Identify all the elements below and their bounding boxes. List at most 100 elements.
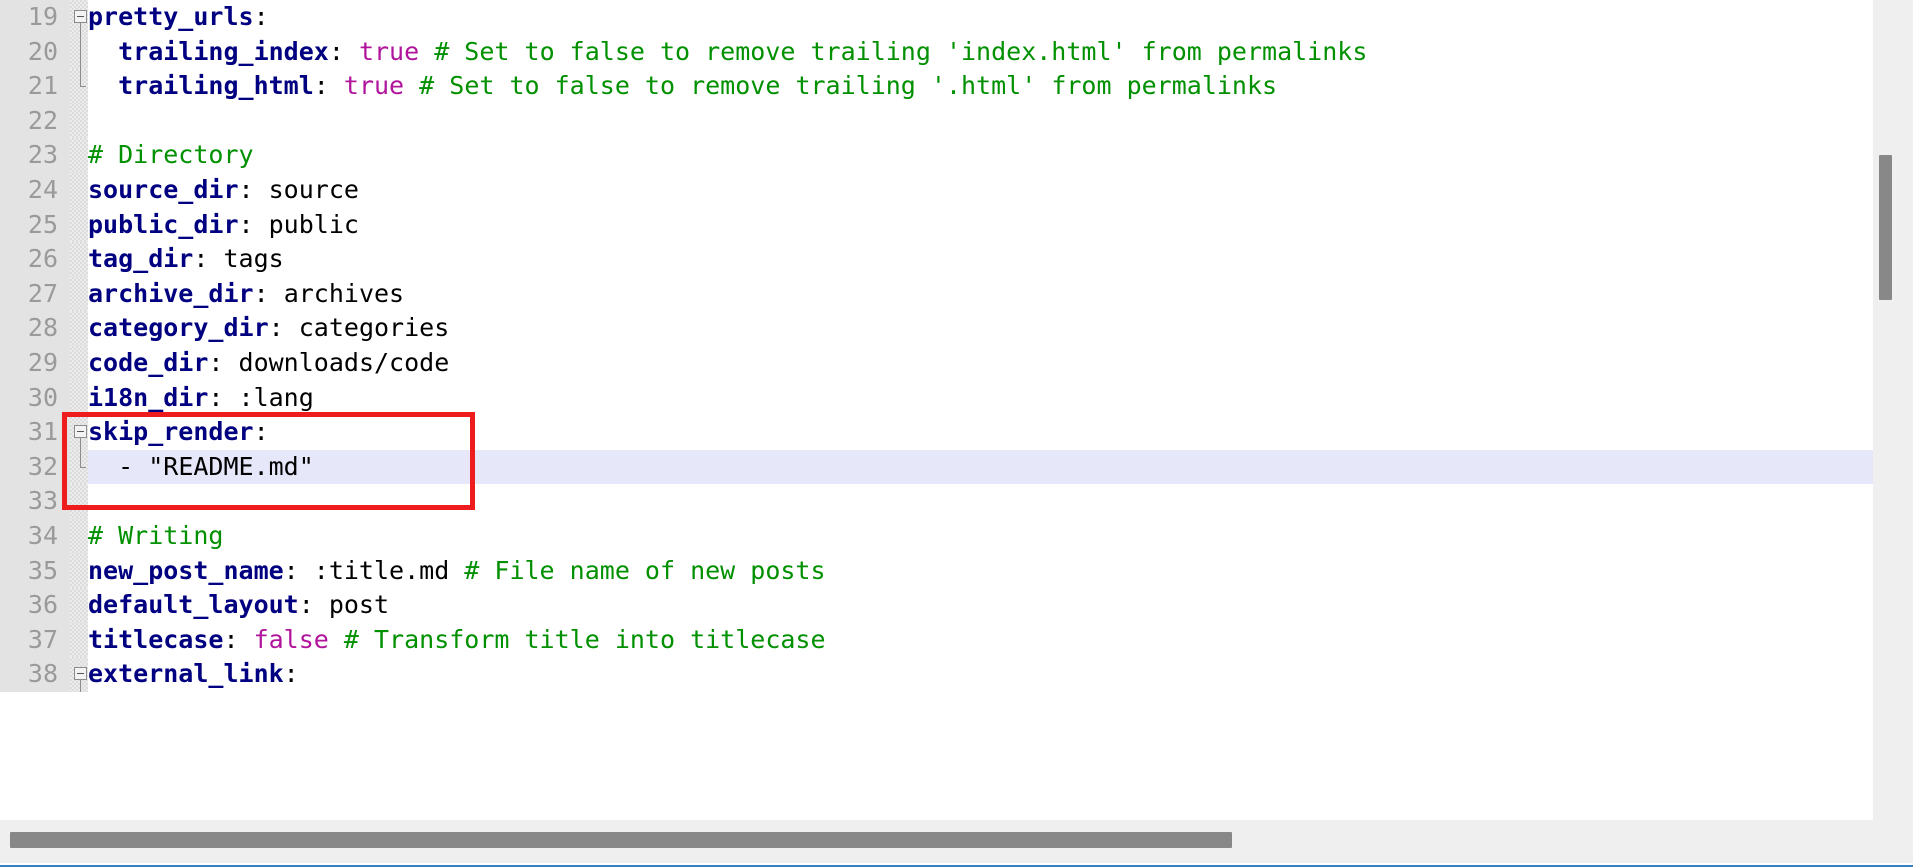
vertical-scrollbar[interactable] bbox=[1873, 0, 1913, 822]
token-key: pretty_urls bbox=[88, 2, 254, 31]
fold-column[interactable] bbox=[70, 518, 88, 554]
token-comment: # File name of new posts bbox=[449, 555, 826, 585]
code-text[interactable]: tag_dir: tags bbox=[88, 242, 284, 277]
token-val: categories bbox=[298, 313, 450, 343]
line-number: 33 bbox=[0, 484, 64, 519]
code-line[interactable]: 32 - "README.md" bbox=[0, 449, 1873, 485]
code-viewport[interactable]: 19 pretty_urls: 20 trailing_index: true # … bbox=[0, 0, 1873, 822]
code-text[interactable]: archive_dir: archives bbox=[88, 277, 404, 312]
horizontal-scrollbar-thumb[interactable] bbox=[10, 832, 1232, 848]
fold-column[interactable] bbox=[70, 553, 88, 589]
fold-column[interactable] bbox=[70, 172, 88, 208]
horizontal-scrollbar[interactable] bbox=[0, 820, 1913, 863]
fold-column[interactable] bbox=[70, 69, 88, 104]
line-number: 22 bbox=[0, 103, 64, 139]
token-punct: : bbox=[193, 244, 224, 274]
token-key: new_post_name bbox=[88, 555, 284, 585]
code-text[interactable]: skip_render: bbox=[88, 415, 269, 450]
code-text[interactable]: public_dir: public bbox=[88, 208, 359, 243]
code-line[interactable]: 35 new_post_name: :title.md # File name o… bbox=[0, 553, 1873, 589]
fold-column[interactable] bbox=[70, 138, 88, 173]
code-line[interactable]: 27 archive_dir: archives bbox=[0, 276, 1873, 312]
code-text[interactable]: category_dir: categories bbox=[88, 311, 449, 346]
fold-guide-line bbox=[80, 438, 81, 451]
code-line[interactable]: 23 # Directory bbox=[0, 138, 1873, 173]
code-line[interactable]: 26 tag_dir: tags bbox=[0, 242, 1873, 277]
line-number: 29 bbox=[0, 345, 64, 381]
token-val: :title.md bbox=[313, 555, 450, 585]
code-line[interactable]: 29 code_dir: downloads/code bbox=[0, 345, 1873, 381]
code-text[interactable]: titlecase: false # Transform title into … bbox=[88, 623, 826, 658]
fold-guide-line bbox=[80, 680, 81, 693]
code-editor[interactable]: 19 pretty_urls: 20 trailing_index: true # … bbox=[0, 0, 1913, 867]
code-text[interactable]: i18n_dir: :lang bbox=[88, 381, 314, 416]
code-line[interactable]: 36 default_layout: post bbox=[0, 588, 1873, 623]
code-text[interactable]: default_layout: post bbox=[88, 588, 389, 623]
token-punct: : bbox=[223, 624, 254, 654]
code-line[interactable]: 25 public_dir: public bbox=[0, 207, 1873, 243]
code-line[interactable]: 24 source_dir: source bbox=[0, 172, 1873, 208]
fold-column[interactable] bbox=[70, 588, 88, 623]
fold-column[interactable] bbox=[70, 484, 88, 519]
token-punct: : bbox=[253, 2, 269, 31]
code-text[interactable]: external_link: bbox=[88, 657, 299, 692]
code-line[interactable]: 38 external_link: bbox=[0, 657, 1873, 693]
code-text[interactable]: pretty_urls: bbox=[88, 0, 269, 35]
fold-column[interactable] bbox=[70, 242, 88, 277]
code-line[interactable]: 33 bbox=[0, 484, 1873, 519]
code-line[interactable]: 19 pretty_urls: bbox=[0, 0, 1873, 35]
token-punct: : bbox=[283, 555, 314, 585]
token-key: external_link bbox=[88, 659, 284, 689]
token-punct: : bbox=[238, 174, 269, 204]
line-number: 31 bbox=[0, 415, 64, 450]
fold-column[interactable] bbox=[70, 657, 88, 693]
line-number: 23 bbox=[0, 138, 64, 173]
code-text[interactable]: # Writing bbox=[88, 519, 223, 554]
token-val bbox=[88, 37, 118, 66]
token-punct: : bbox=[328, 36, 359, 66]
code-text[interactable]: code_dir: downloads/code bbox=[88, 346, 449, 381]
token-val: archives bbox=[283, 278, 405, 308]
code-line[interactable]: 20 trailing_index: true # Set to false t… bbox=[0, 34, 1873, 70]
token-punct: : bbox=[208, 347, 239, 377]
token-val: public bbox=[268, 209, 359, 239]
code-line[interactable]: 28 category_dir: categories bbox=[0, 311, 1873, 346]
fold-column[interactable] bbox=[70, 380, 88, 416]
code-text[interactable]: - "README.md" bbox=[88, 450, 314, 485]
fold-column[interactable] bbox=[70, 276, 88, 312]
fold-column[interactable] bbox=[70, 415, 88, 451]
code-line[interactable]: 34 # Writing bbox=[0, 518, 1873, 554]
vertical-scrollbar-thumb[interactable] bbox=[1879, 155, 1892, 300]
line-number: 30 bbox=[0, 380, 64, 416]
fold-column[interactable] bbox=[70, 345, 88, 381]
fold-collapse-icon[interactable] bbox=[74, 10, 87, 23]
token-comment: # Set to false to remove trailing '.html… bbox=[404, 71, 1278, 101]
code-line[interactable]: 21 trailing_html: true # Set to false to… bbox=[0, 69, 1873, 104]
code-line[interactable]: 30 i18n_dir: :lang bbox=[0, 380, 1873, 416]
token-key: archive_dir bbox=[88, 278, 254, 308]
fold-column[interactable] bbox=[70, 449, 88, 485]
code-line[interactable]: 31 skip_render: bbox=[0, 415, 1873, 451]
token-punct: : bbox=[253, 278, 284, 308]
fold-column[interactable] bbox=[70, 622, 88, 658]
token-punct: : bbox=[253, 417, 269, 447]
code-line[interactable]: 22 bbox=[0, 103, 1873, 139]
fold-column[interactable] bbox=[70, 207, 88, 243]
token-key: source_dir bbox=[88, 174, 239, 204]
fold-collapse-icon[interactable] bbox=[74, 425, 87, 439]
token-bool: true bbox=[358, 36, 420, 66]
fold-column[interactable] bbox=[70, 103, 88, 139]
token-key: skip_render bbox=[88, 417, 254, 447]
fold-column[interactable] bbox=[70, 311, 88, 346]
fold-column[interactable] bbox=[70, 34, 88, 70]
fold-column[interactable] bbox=[70, 0, 88, 35]
code-text[interactable]: source_dir: source bbox=[88, 173, 359, 208]
line-number: 38 bbox=[0, 657, 64, 692]
code-text[interactable]: trailing_index: true # Set to false to r… bbox=[88, 35, 1367, 70]
fold-collapse-icon[interactable] bbox=[74, 667, 87, 681]
token-comment: # Directory bbox=[88, 140, 254, 170]
code-text[interactable]: trailing_html: true # Set to false to re… bbox=[88, 69, 1277, 104]
code-text[interactable]: # Directory bbox=[88, 138, 254, 173]
code-line[interactable]: 37 titlecase: false # Transform title int… bbox=[0, 622, 1873, 658]
code-text[interactable]: new_post_name: :title.md # File name of … bbox=[88, 554, 826, 589]
